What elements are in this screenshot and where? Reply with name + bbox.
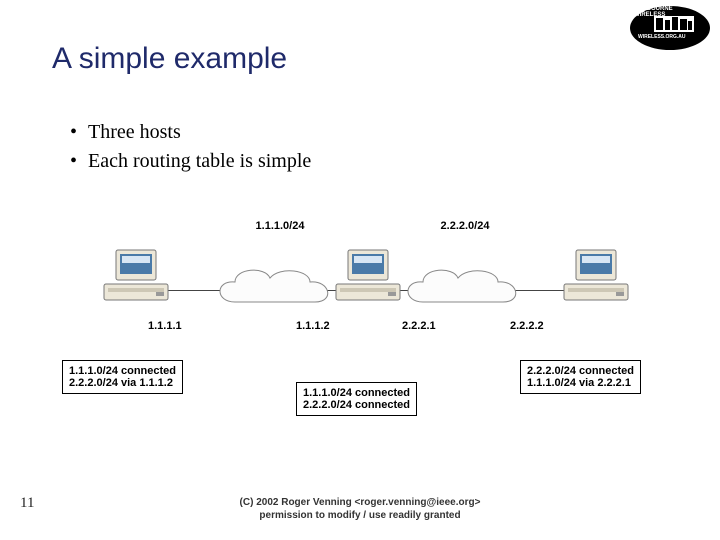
bullet-1-text: Three hosts (88, 121, 181, 143)
rt-c-line2: 1.1.1.0/24 via 2.2.2.1 (527, 377, 634, 389)
rt-a-line1: 1.1.1.0/24 connected (69, 365, 176, 377)
cloud-right (398, 262, 528, 321)
host-b (334, 248, 404, 311)
logo-text-3: WIRELESS.ORG.AU (638, 34, 686, 40)
bullet-list: •Three hosts •Each routing table is simp… (70, 118, 311, 176)
routing-table-a: 1.1.1.0/24 connected 2.2.2.0/24 via 1.1.… (62, 360, 183, 394)
host-b-ip-left: 1.1.1.2 (296, 320, 330, 332)
footer-line2: permission to modify / use readily grant… (0, 510, 720, 523)
routing-table-c: 2.2.2.0/24 connected 1.1.1.0/24 via 2.2.… (520, 360, 641, 394)
cloud-left (210, 262, 340, 321)
host-c (562, 248, 632, 311)
routing-table-b: 1.1.1.0/24 connected 2.2.2.0/24 connecte… (296, 382, 417, 416)
bullet-1: •Three hosts (70, 118, 311, 147)
slide-title: A simple example (52, 42, 287, 76)
logo-text-2: WIRELESS (634, 12, 665, 18)
host-c-ip: 2.2.2.2 (510, 320, 544, 332)
network-label-right: 2.2.2.0/24 (420, 220, 510, 232)
rt-a-line2: 2.2.2.0/24 via 1.1.1.2 (69, 377, 176, 389)
logo-badge: MELBOURNE WIRELESS WIRELESS.ORG.AU (628, 4, 712, 57)
network-label-left: 1.1.1.0/24 (235, 220, 325, 232)
rt-b-line1: 1.1.1.0/24 connected (303, 387, 410, 399)
host-b-ip-right: 2.2.2.1 (402, 320, 436, 332)
host-a-ip: 1.1.1.1 (148, 320, 182, 332)
footer-line1: (C) 2002 Roger Venning <roger.venning@ie… (0, 497, 720, 510)
footer: (C) 2002 Roger Venning <roger.venning@ie… (0, 497, 720, 522)
bullet-2-text: Each routing table is simple (88, 150, 311, 172)
host-a (102, 248, 172, 311)
bullet-2: •Each routing table is simple (70, 147, 311, 176)
rt-b-line2: 2.2.2.0/24 connected (303, 399, 410, 411)
rt-c-line1: 2.2.2.0/24 connected (527, 365, 634, 377)
